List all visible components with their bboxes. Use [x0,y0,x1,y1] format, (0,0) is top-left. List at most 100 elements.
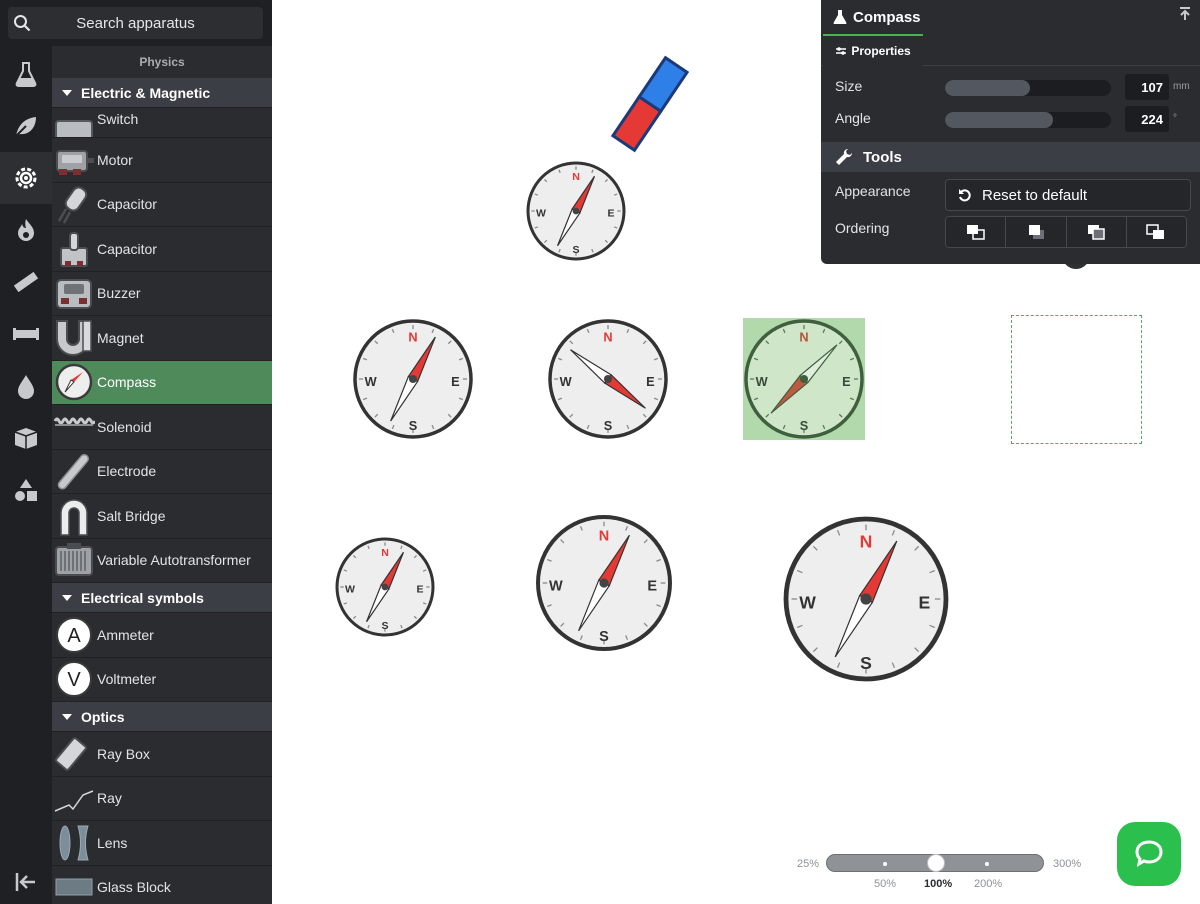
compass-pivot [381,583,389,591]
zoom-tick-100: 100% [924,878,953,890]
list-item-glass-block[interactable]: Glass Block [52,866,272,904]
size-input[interactable]: 107 [1125,74,1169,100]
section-electrical-symbols[interactable]: Electrical symbols [52,583,272,613]
section-optics[interactable]: Optics [52,702,272,732]
rail-tools[interactable] [0,308,52,360]
compass-2[interactable]: N S E W [353,319,473,439]
list-item-buzzer[interactable]: Buzzer [52,272,272,316]
compass-letter-e: E [451,374,460,389]
list-item-magnet[interactable]: Magnet [52,316,272,361]
list-item-capacitor[interactable]: Capacitor [52,183,272,227]
compass-pivot [860,593,872,605]
send-to-back-button[interactable] [1126,217,1186,247]
rail-chemistry[interactable] [0,48,52,100]
compass-letter-n: N [603,330,612,345]
tab-properties[interactable]: Properties [823,34,923,66]
compass-letter-n: N [860,532,873,552]
wrench-icon [836,148,853,165]
list-item-electrode[interactable]: Electrode [52,450,272,494]
category-rail [0,0,52,904]
svg-text:V: V [67,669,81,691]
list-item-compass[interactable]: Compass [52,360,272,405]
angle-slider-fill [945,112,1053,128]
bring-to-front-button[interactable] [946,217,1007,247]
zoom-control: 25% 300% 50% 100% 200% [795,852,1095,896]
list-item-ray-box[interactable]: Ray Box [52,732,272,777]
list-item-solenoid[interactable]: Solenoid [52,405,272,450]
compass-letter-n: N [381,547,389,559]
compass-letter-e: E [417,584,424,596]
compass-letter-e: E [919,592,931,612]
compass-5[interactable]: N S E W [335,537,435,637]
angle-input[interactable]: 224 [1125,106,1169,132]
props-title: Compass [853,8,921,26]
angle-slider[interactable] [945,112,1111,128]
search-input[interactable] [36,14,263,32]
list-item-motor[interactable]: Motor [52,138,272,183]
list-item-salt-bridge[interactable]: Salt Bridge [52,494,272,539]
zoom-slider[interactable] [826,854,1044,872]
rail-biology[interactable] [0,100,52,152]
list-item-label: Switch [97,111,139,127]
compass-letter-w: W [560,374,573,389]
rail-containers[interactable] [0,412,52,464]
rail-shapes[interactable] [0,464,52,516]
apparatus-panel: Physics Electric & Magnetic Switch Motor… [52,46,272,904]
list-item-label: Solenoid [97,418,152,435]
flame-icon [18,219,34,241]
tab-label: Properties [851,44,911,58]
caret-down-icon [62,713,72,720]
list-item-lens[interactable]: Lens [52,821,272,866]
compass-4[interactable]: N S E W [743,318,865,440]
reset-to-default-button[interactable]: Reset to default [945,179,1191,211]
rail-earth-science[interactable] [0,204,52,256]
pin-top-icon [1180,7,1190,20]
list-item-voltmeter[interactable]: V Voltmeter [52,657,272,702]
section-label: Optics [81,708,125,725]
compass-6[interactable]: N S E W [536,515,672,651]
collapse-panel-button[interactable] [0,856,52,904]
compass-letter-w: W [345,584,355,596]
angle-unit: ° [1173,113,1177,124]
zoom-min-label: 25% [797,858,820,870]
chat-bubble-icon [1135,840,1163,868]
voltmeter-thumb-icon: V [52,657,96,701]
compass-7[interactable]: N S E W [783,516,949,682]
bar-magnet[interactable] [610,55,690,153]
pin-panel-button[interactable] [1178,6,1192,22]
list-item-ray[interactable]: Ray [52,777,272,821]
rail-liquids[interactable] [0,360,52,412]
angle-row: Angle 224 ° [821,106,1200,132]
list-item-label: Ammeter [97,626,154,643]
svg-text:A: A [67,625,81,647]
compass-letter-n: N [572,171,580,183]
rail-physics[interactable] [0,152,52,204]
compass-letter-s: S [860,653,872,673]
section-electric-magnetic[interactable]: Electric & Magnetic [52,78,272,108]
compass-pivot [599,578,609,588]
shapes-icon [15,479,37,501]
list-item-variable-autotransformer[interactable]: Variable Autotransformer [52,539,272,583]
compass-letter-e: E [647,579,657,595]
compass-1[interactable]: N S E W [526,161,626,261]
list-item-label: Capacitor [97,240,157,257]
caret-down-icon [62,89,72,96]
ray-box-thumb-icon [52,732,96,776]
size-slider[interactable] [945,80,1111,96]
atom-gear-icon [15,167,37,189]
compass-3[interactable]: N S E W [548,319,668,439]
send-backward-button[interactable] [1066,217,1127,247]
rail-measurement[interactable] [0,256,52,308]
chat-button[interactable] [1117,822,1181,886]
list-item-capacitor-variable[interactable]: Capacitor [52,227,272,272]
size-row: Size 107 mm [821,74,1200,100]
zoom-slider-knob[interactable] [927,854,945,872]
size-slider-fill [945,80,1030,96]
list-item-ammeter[interactable]: A Ammeter [52,613,272,658]
bring-forward-button[interactable] [1006,217,1067,247]
list-item-label: Salt Bridge [97,507,166,524]
zoom-dot-200 [985,862,989,866]
ammeter-thumb-icon: A [52,613,96,657]
list-item-switch[interactable]: Switch [52,108,272,138]
size-label: Size [835,78,863,94]
